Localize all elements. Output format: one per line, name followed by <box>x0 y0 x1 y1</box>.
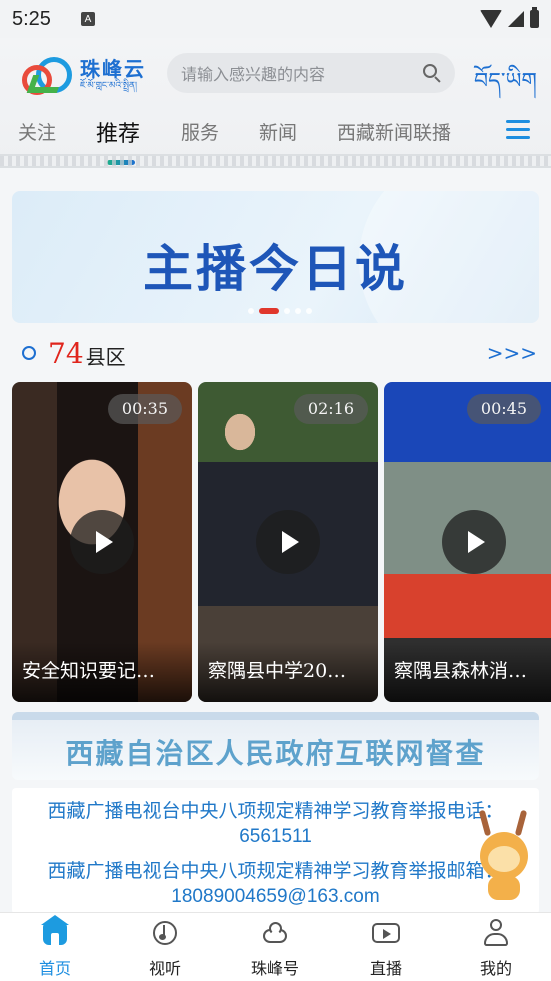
language-switch-button[interactable]: བོད་ཡིག <box>474 56 537 118</box>
video-title: 察隅县中学20… <box>198 642 378 702</box>
logo-tibetan: ཇོ་མོ་གླང་མའི་སྤྲིན། <box>80 81 137 91</box>
tab-news[interactable]: 新闻 <box>259 118 297 145</box>
nav-label: 珠峰号 <box>250 959 299 978</box>
internet-supervision-banner[interactable]: 西藏自治区人民政府互联网督查 <box>12 712 539 780</box>
search-input[interactable]: 请输入感兴趣的内容 <box>167 53 455 93</box>
play-icon[interactable] <box>442 510 506 574</box>
logo-mark-icon <box>20 53 76 97</box>
wifi-icon <box>480 10 502 28</box>
tab-tibet-news-broadcast[interactable]: 西藏新闻联播 <box>337 118 451 145</box>
nav-label: 我的 <box>479 959 512 978</box>
app-header: 珠峰云 ཇོ་མོ་གླང་མའི་སྤྲིན། 请输入感兴趣的内容 བོད་ཡ… <box>0 38 551 168</box>
app-logo[interactable]: 珠峰云 ཇོ་མོ་གླང་མའི་སྤྲིན། <box>20 52 155 98</box>
carousel-dot <box>248 308 254 314</box>
report-info-panel: 西藏广播电视台中央八项规定精神学习教育举报电话： 6561511 西藏广播电视台… <box>12 788 539 914</box>
status-bar: 5:25 A <box>0 0 551 38</box>
carousel-dot-active <box>259 308 279 314</box>
nav-profile[interactable]: 我的 <box>451 913 541 981</box>
more-link[interactable]: >>> <box>487 341 537 365</box>
video-card[interactable]: 02:16 察隅县中学20… <box>198 382 378 702</box>
video-duration: 02:16 <box>293 394 368 424</box>
music-note-icon <box>151 919 179 947</box>
search-icon[interactable] <box>423 64 441 83</box>
status-time: 5:25 <box>12 7 51 30</box>
tab-follow[interactable]: 关注 <box>18 118 56 145</box>
tab-recommend[interactable]: 推荐 <box>96 116 140 148</box>
section-bullet-icon <box>22 346 36 360</box>
battery-icon <box>530 7 539 28</box>
logo-chinese: 珠峰云 <box>80 57 146 81</box>
video-title: 察隅县森林消… <box>384 642 551 702</box>
bottom-navigation: 首页 视听 珠峰号 直播 我的 <box>0 912 551 981</box>
status-indicators <box>480 7 539 28</box>
section-title: 县区 <box>85 344 126 369</box>
tab-services[interactable]: 服务 <box>181 118 219 145</box>
person-icon <box>482 919 510 947</box>
county-count: 74 <box>48 336 84 370</box>
notification-icon: A <box>80 12 95 26</box>
video-card[interactable]: 00:35 安全知识要记… <box>12 382 192 702</box>
nav-label: 首页 <box>38 959 71 978</box>
carousel-dot <box>284 308 290 314</box>
video-duration: 00:35 <box>107 394 182 424</box>
signal-icon <box>508 11 524 27</box>
home-icon <box>41 915 69 947</box>
carousel-dot <box>295 308 301 314</box>
live-play-icon <box>372 919 400 947</box>
banner-title: 主播今日说 <box>143 240 408 298</box>
report-email-label: 西藏广播电视台中央八项规定精神学习教育举报邮箱： <box>47 861 504 882</box>
mascot-floating-button[interactable] <box>470 806 536 902</box>
channel-tabs: 关注 推荐 服务 新闻 西藏新闻联播 <box>0 110 551 154</box>
nav-label: 视听 <box>148 959 181 978</box>
play-icon[interactable] <box>70 510 134 574</box>
video-title: 安全知识要记… <box>12 642 192 702</box>
channel-menu-icon[interactable] <box>506 120 530 140</box>
logo-text: 珠峰云 ཇོ་མོ་གླང་མའི་སྤྲིན། <box>80 58 146 92</box>
nav-live[interactable]: 直播 <box>341 913 431 981</box>
video-duration: 00:45 <box>466 394 541 424</box>
decorative-pattern-divider <box>0 154 551 168</box>
carousel-dot <box>306 308 312 314</box>
nav-label: 直播 <box>369 959 402 978</box>
carousel-indicator <box>248 308 312 314</box>
nav-audio-video[interactable]: 视听 <box>120 913 210 981</box>
report-phone-label: 西藏广播电视台中央八项规定精神学习教育举报电话： <box>47 801 504 822</box>
county-section-header: 74 县区 >>> <box>22 333 537 373</box>
search-placeholder: 请输入感兴趣的内容 <box>181 65 326 84</box>
supervision-title: 西藏自治区人民政府互联网督查 <box>65 737 486 770</box>
video-card[interactable]: 00:45 察隅县森林消… <box>384 382 551 702</box>
play-icon[interactable] <box>256 510 320 574</box>
nav-zhufeng-hao[interactable]: 珠峰号 <box>230 913 320 981</box>
cloud-icon <box>261 919 289 947</box>
nav-home[interactable]: 首页 <box>10 913 100 981</box>
report-email-address[interactable]: 18089004659@163.com <box>12 886 539 908</box>
report-phone-number[interactable]: 6561511 <box>12 826 539 848</box>
banner-carousel[interactable]: 主播今日说 <box>12 191 539 323</box>
